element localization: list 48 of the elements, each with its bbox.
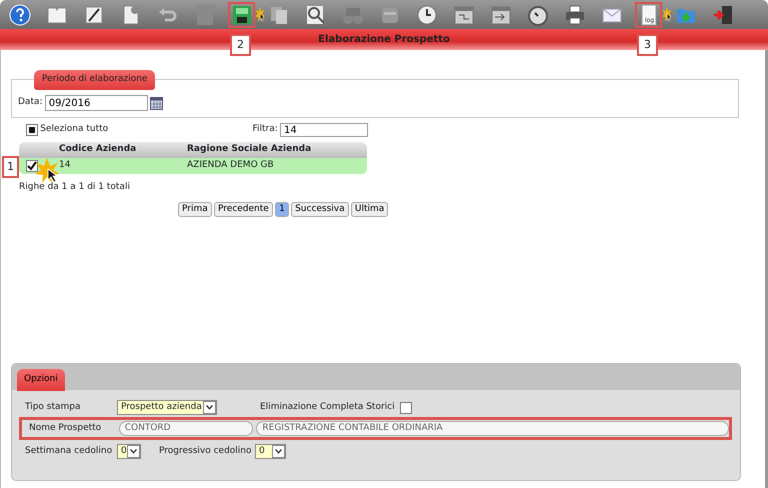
field-label: Settimana cedolino bbox=[25, 444, 114, 458]
caret-icon[interactable] bbox=[127, 445, 140, 458]
row-count-text: Righe da 1 a 1 di 1 totali bbox=[19, 181, 130, 194]
pagination-button[interactable]: Ultima bbox=[350, 202, 388, 217]
callout-number: 2 bbox=[230, 34, 251, 56]
select-all-label: Seleziona tutto bbox=[40, 123, 108, 136]
field-label: Progressivo cedolino bbox=[159, 444, 253, 458]
clock-icon bbox=[416, 4, 438, 26]
callout-number: 1 bbox=[2, 156, 19, 178]
pencil-icon bbox=[82, 4, 104, 26]
calendar-icon bbox=[452, 4, 474, 26]
name-field[interactable]: CONTORD bbox=[118, 421, 254, 436]
help-icon bbox=[8, 4, 30, 26]
pagination-button[interactable]: Prima bbox=[178, 202, 212, 217]
delete-history-checkbox[interactable] bbox=[400, 402, 412, 414]
row-checkbox[interactable] bbox=[26, 160, 38, 172]
description-field[interactable]: REGISTRAZIONE CONTABILE ORDINARIA bbox=[256, 421, 729, 436]
caret-icon[interactable] bbox=[272, 445, 285, 458]
date-label: Data: bbox=[18, 96, 43, 110]
calendar-icon bbox=[490, 4, 512, 26]
toolbar-button[interactable] bbox=[228, 2, 255, 28]
date-field[interactable]: 09/2016 bbox=[44, 95, 148, 111]
printer-icon bbox=[564, 4, 586, 26]
select-all-checkbox[interactable] bbox=[26, 124, 38, 136]
stopwatch-icon bbox=[526, 4, 548, 26]
caret-icon[interactable] bbox=[203, 401, 216, 414]
filter-field[interactable]: 14 bbox=[280, 123, 368, 137]
search-icon bbox=[304, 4, 326, 26]
field-label: Eliminazione Completa Storici bbox=[260, 400, 396, 414]
table-cell-text: 14 bbox=[59, 159, 72, 172]
exit-door-icon bbox=[712, 4, 734, 26]
dropdown[interactable]: Prospetto azienda bbox=[117, 400, 217, 415]
field-label: Nome Prospetto bbox=[29, 422, 102, 435]
pagination-button[interactable]: Successiva bbox=[291, 202, 349, 217]
callout-number: 3 bbox=[637, 34, 658, 56]
pagination-button[interactable]: Precedente bbox=[214, 202, 273, 217]
dropdown[interactable]: 0 bbox=[255, 444, 286, 459]
dropdown[interactable]: 0 bbox=[117, 444, 141, 459]
filter-label: Filtra: bbox=[252, 123, 278, 136]
field-label: Tipo stampa bbox=[25, 400, 82, 414]
table-cell-text: AZIENDA DEMO GB bbox=[187, 159, 275, 172]
save-icon bbox=[230, 4, 252, 26]
column-header: Ragione Sociale Azienda bbox=[187, 143, 312, 156]
options-tab[interactable]: Opzioni bbox=[17, 369, 65, 390]
calendar-icon[interactable] bbox=[150, 96, 164, 110]
pagination-button[interactable]: 1 bbox=[275, 202, 289, 217]
column-header: Codice Azienda bbox=[59, 143, 138, 156]
table-row[interactable]: 14 AZIENDA DEMO GB bbox=[19, 158, 367, 174]
